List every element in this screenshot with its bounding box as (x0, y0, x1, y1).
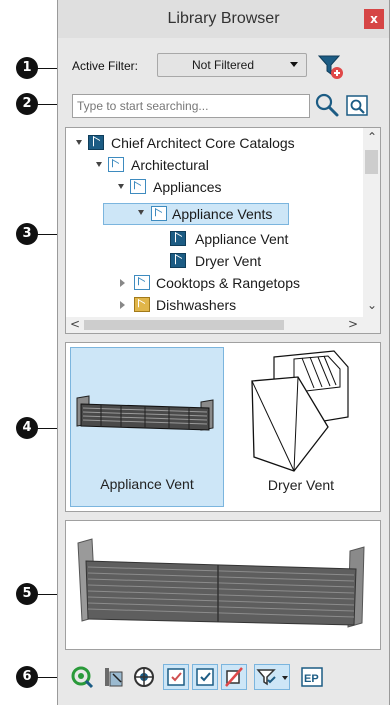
library-tree[interactable]: Chief Architect Core Catalogs Architectu… (65, 127, 381, 334)
preview-pane: Appliance Vent Dryer Vent (65, 342, 381, 512)
preview-item-dryer-vent[interactable]: Dryer Vent (224, 347, 378, 507)
close-button[interactable]: x (364, 9, 384, 29)
show-selected-icon[interactable] (163, 664, 189, 690)
catalog-book-icon (88, 135, 104, 150)
search-field[interactable] (72, 94, 310, 118)
large-3d-preview (65, 520, 381, 650)
ep-icon[interactable]: EP (299, 664, 325, 690)
vertical-scrollbar[interactable]: ⌃ ⌄ (363, 128, 380, 318)
chevron-down-icon[interactable] (282, 676, 288, 680)
horizontal-scrollbar[interactable]: < > (66, 317, 380, 333)
tree-item-label: Appliance Vents (172, 206, 273, 222)
filter-add-icon[interactable] (316, 52, 344, 80)
active-filter-dropdown[interactable]: Not Filtered (157, 53, 307, 77)
tree-item-label: Dryer Vent (195, 253, 262, 269)
dryer-vent-thumbnail (251, 350, 349, 472)
appliance-vent-3d-preview (77, 538, 365, 628)
refresh-library-icon[interactable] (69, 664, 95, 690)
appliance-vent-thumbnail (76, 395, 214, 431)
tree-item-label: Appliances (153, 179, 222, 195)
search-in-folder-icon[interactable] (345, 93, 371, 119)
scroll-down-icon[interactable]: ⌄ (367, 298, 377, 312)
expanded-arrow-icon[interactable] (76, 140, 82, 145)
callout-1: 1 (16, 57, 38, 79)
preview-label: Appliance Vent (100, 476, 194, 492)
callout-4: 4 (16, 417, 38, 439)
scroll-left-icon[interactable]: < (70, 317, 80, 331)
tree-item-label: Chief Architect Core Catalogs (111, 135, 295, 151)
scroll-right-icon[interactable]: > (348, 317, 358, 331)
library-browser-window: Library Browser x Active Filter: Not Fil… (57, 0, 390, 705)
tree-item-label: Architectural (131, 157, 209, 173)
bottom-toolbar: EP (65, 658, 381, 698)
preview-item-appliance-vent[interactable]: Appliance Vent (70, 347, 224, 507)
search-icon[interactable] (314, 92, 340, 118)
horizontal-scroll-thumb[interactable] (84, 320, 284, 330)
window-title: Library Browser (167, 10, 280, 27)
callout-6: 6 (16, 666, 38, 688)
callout-3: 3 (16, 223, 38, 245)
active-filter-label: Active Filter: (72, 59, 139, 73)
globe-settings-icon[interactable] (131, 664, 157, 690)
tree-item-label: Cooktops & Rangetops (156, 275, 300, 291)
folder-icon (130, 179, 146, 194)
gold-folder-icon (134, 297, 150, 312)
chevron-down-icon (290, 62, 298, 67)
folder-icon (134, 275, 150, 290)
preview-label: Dryer Vent (267, 477, 335, 493)
paint-palette-icon[interactable] (101, 664, 127, 690)
filter-dropdown-icon[interactable] (254, 664, 290, 690)
tree-item-label: Dishwashers (156, 297, 237, 313)
folder-icon (108, 157, 124, 172)
collapsed-arrow-icon[interactable] (120, 279, 125, 287)
no-material-icon[interactable] (221, 664, 247, 690)
callout-5: 5 (16, 583, 38, 605)
vertical-scroll-thumb[interactable] (365, 150, 378, 174)
folder-icon (151, 206, 167, 221)
svg-text:EP: EP (304, 673, 319, 685)
tree-item-label: Appliance Vent (195, 231, 289, 247)
collapsed-arrow-icon[interactable] (120, 301, 125, 309)
expanded-arrow-icon[interactable] (138, 210, 144, 215)
filter-checkbox-icon[interactable] (192, 664, 218, 690)
active-filter-value: Not Filtered (191, 58, 255, 72)
object-book-icon (170, 253, 186, 268)
search-input[interactable] (73, 95, 309, 117)
callout-2: 2 (16, 93, 38, 115)
expanded-arrow-icon[interactable] (96, 162, 102, 167)
object-book-icon (170, 231, 186, 246)
title-bar[interactable]: Library Browser x (58, 0, 389, 38)
expanded-arrow-icon[interactable] (118, 184, 124, 189)
scroll-up-icon[interactable]: ⌃ (367, 130, 377, 144)
